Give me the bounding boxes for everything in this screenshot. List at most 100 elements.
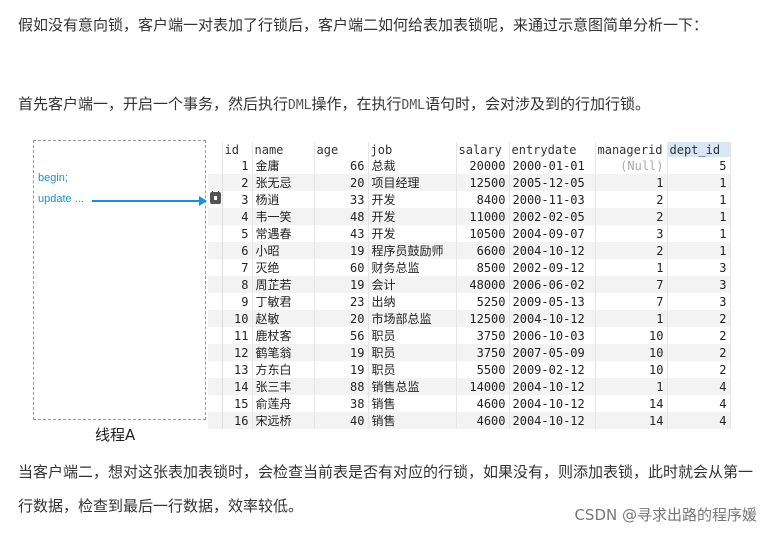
cell-dept_id[interactable]: 1 [667,174,731,191]
column-header-id[interactable]: id [222,142,253,157]
cell-age[interactable]: 38 [314,395,369,412]
cell-age[interactable]: 23 [314,293,369,310]
cell-age[interactable]: 19 [314,344,369,361]
cell-age[interactable]: 20 [314,174,369,191]
cell-id[interactable]: 1 [222,157,253,174]
cell-age[interactable]: 19 [314,361,369,378]
cell-name[interactable]: 丁敏君 [252,293,315,310]
cell-job[interactable]: 销售 [368,395,457,412]
column-header-salary[interactable]: salary [456,142,510,157]
cell-entrydate[interactable]: 2002-02-05 [509,208,596,225]
cell-dept_id[interactable]: 4 [667,412,731,429]
cell-name[interactable]: 常遇春 [252,225,315,242]
cell-age[interactable]: 48 [314,208,369,225]
cell-dept_id[interactable]: 1 [667,225,731,242]
cell-name[interactable]: 鹿杖客 [252,327,315,344]
table-row[interactable]: 15 俞莲舟 38 销售 4600 2004-10-12 14 4 [208,395,731,412]
cell-entrydate[interactable]: 2007-05-09 [509,344,596,361]
cell-entrydate[interactable]: 2004-10-12 [509,310,596,327]
column-header-job[interactable]: job [368,142,457,157]
table-row[interactable]: 16 宋远桥 40 销售 4600 2004-10-12 14 4 [208,412,731,429]
cell-name[interactable]: 方东白 [252,361,315,378]
cell-id[interactable]: 6 [222,242,253,259]
cell-entrydate[interactable]: 2004-10-12 [509,412,596,429]
table-row[interactable]: 4 韦一笑 48 开发 11000 2002-02-05 2 1 [208,208,731,225]
cell-salary[interactable]: 4600 [456,412,510,429]
cell-managerid[interactable]: 2 [595,242,668,259]
cell-name[interactable]: 赵敏 [252,310,315,327]
cell-salary[interactable]: 14000 [456,378,510,395]
cell-name[interactable]: 宋远桥 [252,412,315,429]
cell-dept_id[interactable]: 2 [667,310,731,327]
cell-dept_id[interactable]: 3 [667,259,731,276]
column-header-dept_id[interactable]: dept_id [667,142,731,157]
cell-salary[interactable]: 12500 [456,174,510,191]
column-header-name[interactable]: name [252,142,315,157]
table-row[interactable]: 11 鹿杖客 56 职员 3750 2006-10-03 10 2 [208,327,731,344]
cell-age[interactable]: 33 [314,191,369,208]
cell-managerid[interactable]: 2 [595,191,668,208]
cell-salary[interactable]: 11000 [456,208,510,225]
cell-dept_id[interactable]: 4 [667,378,731,395]
cell-managerid[interactable]: 10 [595,361,668,378]
cell-entrydate[interactable]: 2004-10-12 [509,378,596,395]
cell-managerid[interactable]: 1 [595,310,668,327]
table-row[interactable]: 10 赵敏 20 市场部总监 12500 2004-10-12 1 2 [208,310,731,327]
cell-salary[interactable]: 10500 [456,225,510,242]
cell-id[interactable]: 7 [222,259,253,276]
cell-entrydate[interactable]: 2004-09-07 [509,225,596,242]
cell-entrydate[interactable]: 2005-12-05 [509,174,596,191]
cell-dept_id[interactable]: 2 [667,327,731,344]
cell-entrydate[interactable]: 2004-10-12 [509,395,596,412]
cell-id[interactable]: 15 [222,395,253,412]
cell-name[interactable]: 鹤笔翁 [252,344,315,361]
cell-name[interactable]: 金庸 [252,157,315,174]
cell-job[interactable]: 市场部总监 [368,310,457,327]
cell-salary[interactable]: 5250 [456,293,510,310]
cell-managerid[interactable]: 1 [595,259,668,276]
cell-age[interactable]: 19 [314,242,369,259]
cell-id[interactable]: 8 [222,276,253,293]
cell-age[interactable]: 60 [314,259,369,276]
cell-dept_id[interactable]: 2 [667,344,731,361]
cell-id[interactable]: 5 [222,225,253,242]
cell-name[interactable]: 俞莲舟 [252,395,315,412]
cell-age[interactable]: 66 [314,157,369,174]
table-row[interactable]: 9 丁敏君 23 出纳 5250 2009-05-13 7 3 [208,293,731,310]
table-row[interactable]: 8 周芷若 19 会计 48000 2006-06-02 7 3 [208,276,731,293]
table-row[interactable]: 1 金庸 66 总裁 20000 2000-01-01 (Null) 5 [208,157,731,174]
cell-dept_id[interactable]: 2 [667,361,731,378]
cell-managerid[interactable]: 7 [595,276,668,293]
cell-entrydate[interactable]: 2006-10-03 [509,327,596,344]
table-row[interactable]: 7 灭绝 60 财务总监 8500 2002-09-12 1 3 [208,259,731,276]
cell-managerid[interactable]: 10 [595,327,668,344]
cell-id[interactable]: 3 [222,191,253,208]
cell-job[interactable]: 程序员鼓励师 [368,242,457,259]
cell-managerid[interactable]: 7 [595,293,668,310]
table-row[interactable]: 3 杨逍 33 开发 8400 2000-11-03 2 1 [208,191,731,208]
cell-salary[interactable]: 8500 [456,259,510,276]
cell-id[interactable]: 4 [222,208,253,225]
cell-entrydate[interactable]: 2009-05-13 [509,293,596,310]
cell-entrydate[interactable]: 2000-11-03 [509,191,596,208]
cell-name[interactable]: 张无忌 [252,174,315,191]
cell-salary[interactable]: 5500 [456,361,510,378]
cell-salary[interactable]: 12500 [456,310,510,327]
cell-entrydate[interactable]: 2009-02-12 [509,361,596,378]
cell-job[interactable]: 会计 [368,276,457,293]
cell-entrydate[interactable]: 2002-09-12 [509,259,596,276]
table-row[interactable]: 12 鹤笔翁 19 职员 3750 2007-05-09 10 2 [208,344,731,361]
column-header-managerid[interactable]: managerid [595,142,668,157]
cell-id[interactable]: 16 [222,412,253,429]
cell-dept_id[interactable]: 1 [667,191,731,208]
cell-managerid[interactable]: 2 [595,208,668,225]
cell-age[interactable]: 88 [314,378,369,395]
cell-managerid[interactable]: 1 [595,378,668,395]
cell-name[interactable]: 周芷若 [252,276,315,293]
cell-age[interactable]: 56 [314,327,369,344]
cell-managerid[interactable]: 14 [595,395,668,412]
cell-managerid[interactable]: 10 [595,344,668,361]
table-row[interactable]: 6 小昭 19 程序员鼓励师 6600 2004-10-12 2 1 [208,242,731,259]
cell-salary[interactable]: 48000 [456,276,510,293]
cell-salary[interactable]: 6600 [456,242,510,259]
